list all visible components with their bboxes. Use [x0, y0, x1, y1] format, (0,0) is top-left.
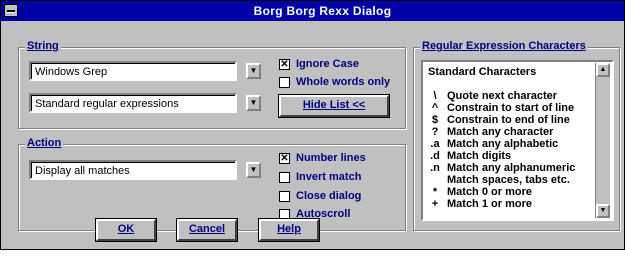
search-history-dropdown-button[interactable]	[246, 63, 261, 79]
action-dropdown-button[interactable]	[246, 162, 261, 178]
window-title: Borg Borg Rexx Dialog	[253, 4, 392, 18]
regex-character-list[interactable]: Standard Characters \ Quote next charact…	[421, 60, 614, 221]
regex-symbol: .a	[430, 138, 440, 150]
number-lines-box[interactable]: ✕	[279, 152, 290, 164]
regex-symbol: ?	[431, 126, 439, 138]
cancel-button[interactable]: Cancel	[177, 219, 237, 241]
help-button[interactable]: Help	[259, 219, 319, 241]
regex-description: Constrain to end of line	[447, 114, 570, 126]
close-dialog-box[interactable]	[279, 190, 290, 202]
invert-match-box[interactable]	[279, 171, 290, 183]
regex-category-label: Standard Characters	[428, 66, 537, 78]
system-menu-icon[interactable]	[4, 4, 18, 17]
expression-mode-select[interactable]: Standard regular expressions	[29, 93, 237, 113]
ok-button[interactable]: OK	[96, 219, 156, 241]
regex-symbol: *	[432, 186, 438, 198]
regex-symbol: \	[433, 90, 437, 102]
autoscroll-box[interactable]	[279, 208, 290, 220]
close-dialog-checkbox[interactable]: Close dialog	[279, 190, 361, 202]
regex-group-label: Regular Expression Characters	[420, 40, 588, 52]
ignore-case-label: Ignore Case	[296, 58, 359, 70]
expression-mode-dropdown-button[interactable]	[246, 95, 261, 111]
dialog-window: Borg Borg Rexx Dialog String Windows Gre…	[0, 0, 625, 250]
title-bar[interactable]: Borg Borg Rexx Dialog	[1, 1, 624, 21]
regex-description: Constrain to start of line	[447, 102, 575, 114]
hide-list-button[interactable]: Hide List <<	[279, 95, 389, 117]
regex-symbol: $	[431, 114, 439, 126]
whole-words-box[interactable]	[279, 76, 290, 88]
action-group-label: Action	[25, 137, 64, 149]
regex-description: Match any alphanumeric	[447, 162, 576, 174]
regex-list-scrollbar[interactable]: ▲ ▼	[595, 63, 610, 218]
invert-match-checkbox[interactable]: Invert match	[279, 171, 361, 183]
regex-description: Match 1 or more	[447, 198, 532, 210]
regex-description: Match any character	[447, 126, 554, 138]
ignore-case-box[interactable]: ✕	[279, 58, 290, 70]
close-dialog-label: Close dialog	[296, 190, 362, 202]
scroll-up-arrow-icon[interactable]: ▲	[596, 63, 610, 77]
regex-symbol: .n	[430, 162, 440, 174]
number-lines-checkbox[interactable]: ✕ Number lines	[279, 152, 366, 164]
regex-description: Quote next character	[447, 90, 558, 102]
scroll-down-arrow-icon[interactable]: ▼	[596, 204, 610, 218]
string-group-label: String	[25, 40, 61, 52]
regex-description: Match digits	[447, 150, 512, 162]
whole-words-checkbox[interactable]: Whole words only	[279, 76, 390, 88]
search-string-input[interactable]: Windows Grep	[29, 61, 237, 81]
regex-symbol: ^	[431, 102, 439, 114]
regex-symbol: .d	[430, 150, 440, 162]
action-select[interactable]: Display all matches	[29, 160, 237, 180]
ignore-case-checkbox[interactable]: ✕ Ignore Case	[279, 58, 359, 70]
invert-match-label: Invert match	[296, 171, 362, 183]
regex-description: Match 0 or more	[447, 186, 532, 198]
regex-symbol: +	[431, 198, 439, 210]
number-lines-label: Number lines	[296, 152, 366, 164]
regex-description: Match any alphabetic	[447, 138, 559, 150]
whole-words-label: Whole words only	[296, 76, 391, 88]
regex-description: Match spaces, tabs etc.	[447, 174, 570, 186]
